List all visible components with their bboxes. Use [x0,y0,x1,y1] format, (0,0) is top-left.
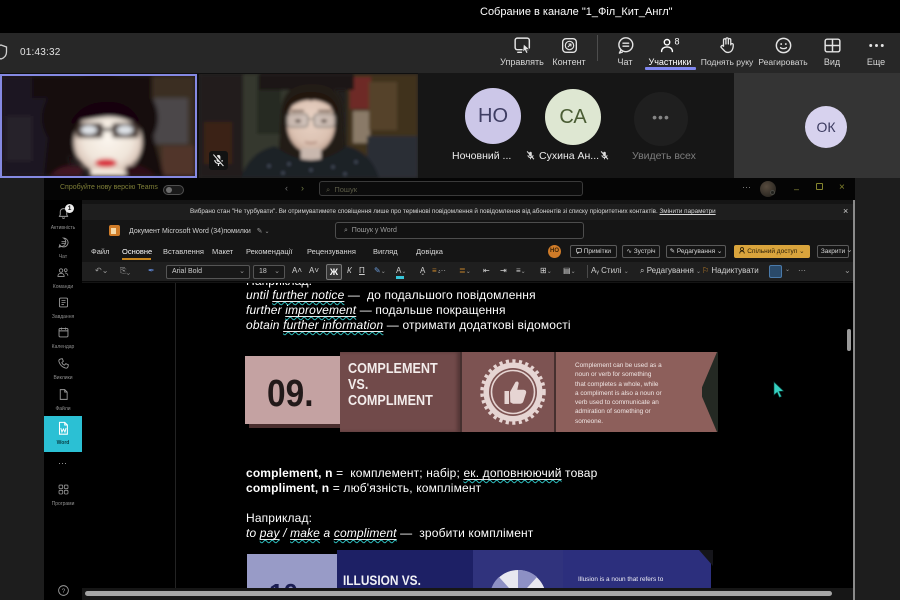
svg-text:8: 8 [675,37,680,47]
svg-text:?: ? [61,588,65,595]
